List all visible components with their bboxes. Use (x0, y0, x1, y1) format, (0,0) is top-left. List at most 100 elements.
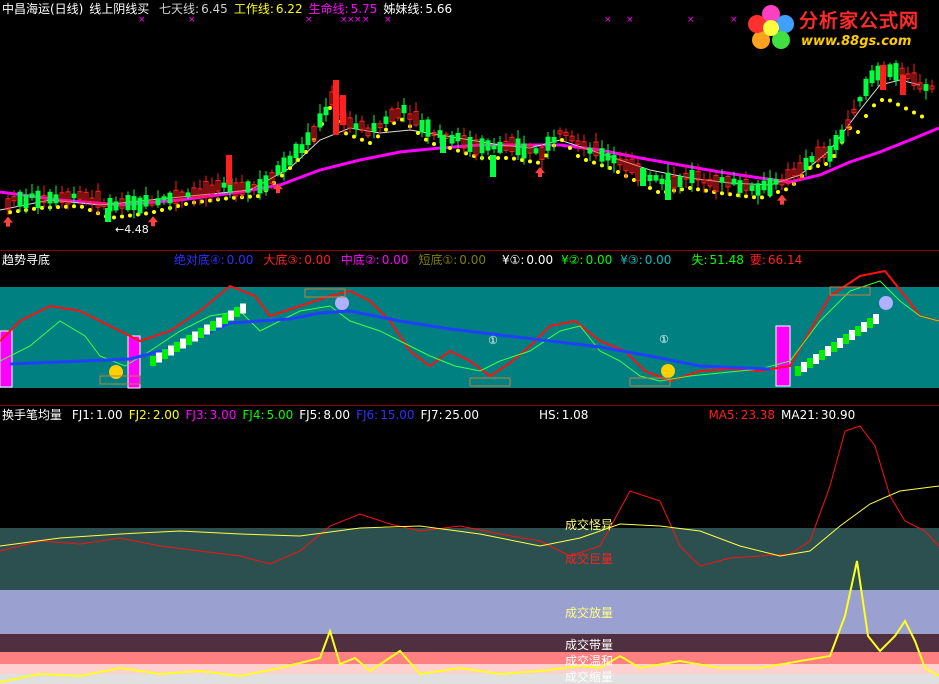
candle-body (857, 97, 863, 102)
logo-title: 分析家公式网 (799, 10, 920, 32)
candle-body (551, 136, 557, 143)
work-line-dot (280, 173, 284, 178)
trend-chart[interactable]: ①① (0, 251, 939, 405)
candle-body (281, 157, 287, 172)
param-7: HS: 1.08 (539, 408, 588, 422)
param-value: 1.08 (561, 408, 589, 422)
work-line-dot (32, 206, 36, 211)
candle-body (131, 196, 137, 211)
work-line-dot (912, 110, 916, 115)
param-4: FJ5: 8.00 (299, 408, 350, 422)
x-mark-icon: × (362, 15, 370, 25)
work-line-dot (584, 158, 588, 162)
work-line-dot (856, 130, 860, 134)
work-line-dot (112, 215, 116, 220)
candle-body (449, 135, 455, 144)
work-line-dot (808, 166, 812, 170)
x-mark-icon: × (305, 15, 313, 25)
candle-body (521, 143, 527, 159)
candle-body (485, 140, 491, 151)
work-line-dot (128, 213, 132, 218)
low-price-marker: ←4.48 (115, 223, 149, 236)
candle-body (35, 190, 41, 209)
candle-body (340, 95, 346, 125)
work-line-dot (432, 142, 436, 146)
work-line-dot (688, 186, 692, 190)
param-value: 3.00 (209, 408, 237, 422)
candle-body (47, 191, 53, 204)
candle-body (125, 195, 131, 211)
smiley-face-icon (879, 296, 893, 310)
work-line-dot (632, 178, 636, 182)
candle-body (761, 180, 767, 191)
work-line-dot (400, 117, 404, 122)
work-line-dot (824, 162, 828, 166)
staircase-block (180, 338, 186, 349)
candle-body (767, 178, 773, 196)
param-2: FJ3: 3.00 (186, 408, 237, 422)
buy-arrow-icon (3, 216, 13, 227)
candle-body (479, 138, 485, 154)
work-line-dot (784, 187, 788, 192)
candle-body (689, 169, 695, 184)
staircase-block (855, 326, 861, 336)
staircase-block (168, 345, 174, 356)
candle-body (887, 64, 893, 77)
candle-body (226, 155, 232, 185)
candle-body (665, 180, 671, 200)
candle-body (545, 136, 551, 151)
price-panel[interactable]: 中昌海运(日线) 线上阴线买 七天线: 6.45 工作线: 6.22 生命线: 5.75 姊… (0, 0, 939, 250)
band-label: 成交怪异 (565, 518, 614, 532)
work-line-dot (152, 210, 156, 214)
turnover-panel[interactable]: 换手笔均量 FJ1: 1.00 FJ2: 2.00 FJ3: 3.00 FJ4: 5.00 FJ… (0, 406, 939, 684)
work-line-dot (456, 148, 460, 153)
candle-body (611, 154, 617, 164)
param-label: FJ5: (299, 408, 322, 422)
candle-body (880, 65, 886, 90)
staircase-block (198, 328, 204, 338)
x-mark-icon: × (354, 15, 362, 25)
work-line-dot (352, 134, 356, 139)
work-line-dot (328, 106, 332, 110)
buy-arrow-icon (777, 194, 787, 205)
param-label: MA5: (708, 408, 739, 422)
work-line-dot (616, 170, 620, 174)
work-line-dot (512, 156, 516, 161)
staircase-block (837, 338, 843, 348)
candle-body (371, 123, 377, 132)
work-line-dot (872, 103, 876, 108)
candle-body (455, 132, 461, 142)
candle-body (353, 123, 359, 130)
candle-body (737, 180, 743, 193)
candle-body (587, 147, 593, 154)
flower-logo-icon (748, 5, 794, 49)
work-line-dot (496, 156, 500, 160)
work-line-dot (360, 137, 364, 142)
x-mark-icon: × (730, 15, 738, 25)
param-label: FJ1: (71, 408, 94, 422)
work-line-dot (256, 194, 260, 199)
x-mark-icon: × (687, 15, 695, 25)
candle-body (221, 182, 227, 188)
trend-panel[interactable]: 趋势寻底 绝对底④: 0.00 大底③: 0.00 中底②: 0.00 短底①: 0.00 ¥①… (0, 251, 939, 405)
staircase-block (843, 334, 849, 344)
param-label: HS: (539, 408, 560, 422)
candle-body (257, 179, 263, 194)
param-value: 25.00 (444, 408, 480, 422)
staircase-block (819, 350, 825, 360)
work-line-dot (144, 211, 148, 216)
candle-body (893, 63, 899, 81)
param-value: 2.00 (152, 408, 180, 422)
candle-body (143, 195, 149, 207)
staircase-block (801, 362, 807, 372)
staircase-block (234, 307, 240, 317)
candle-body (299, 144, 305, 154)
work-line-dot (520, 158, 524, 162)
work-line-dot (64, 204, 68, 209)
work-line-dot (8, 210, 12, 215)
band-label: 成交缩量 (565, 670, 614, 684)
staircase-block (813, 354, 819, 364)
staircase-block (807, 358, 813, 368)
turnover-chart[interactable] (0, 406, 939, 684)
candle-body (245, 181, 251, 193)
